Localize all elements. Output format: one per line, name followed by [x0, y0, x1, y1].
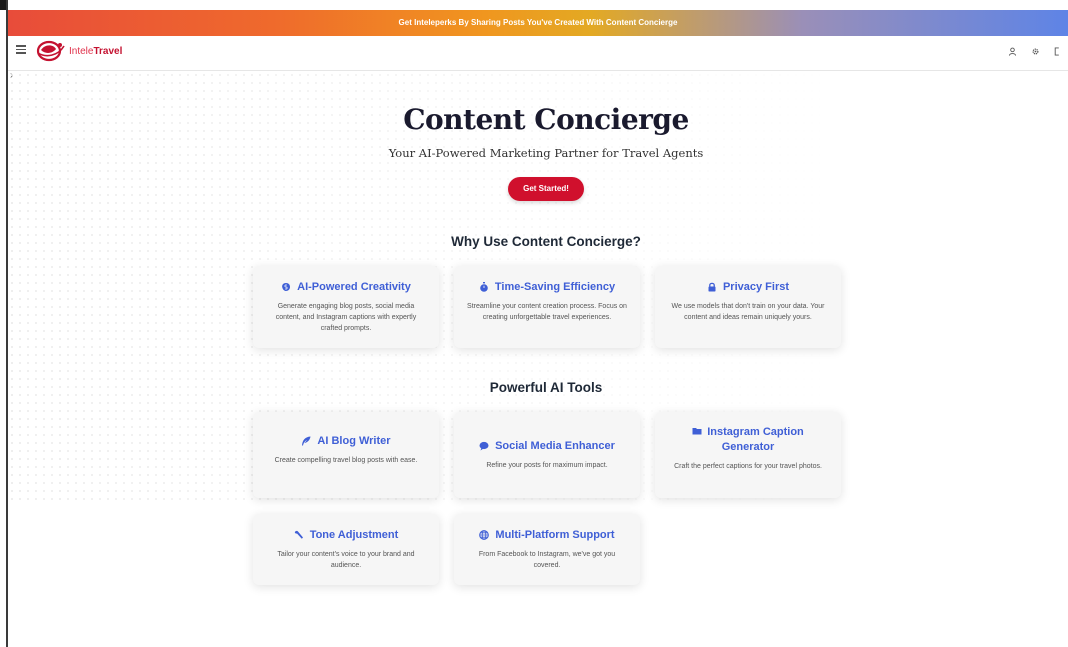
feature-card-description: Generate engaging blog posts, social med… — [275, 302, 417, 332]
stopwatch-icon — [480, 282, 488, 293]
tool-card-title-text: AI Blog Writer — [317, 435, 391, 447]
window-top-strip — [0, 0, 1068, 10]
user-icon[interactable] — [1008, 47, 1017, 56]
folder-icon — [692, 428, 702, 435]
hamburger-menu-icon[interactable] — [16, 45, 26, 54]
tool-card-title: Social Media Enhancer — [466, 439, 628, 454]
brand-name: InteleTravel — [69, 46, 122, 57]
page-subtitle: Your AI-Powered Marketing Partner for Tr… — [388, 146, 704, 160]
tool-card-description: Tailor your content's voice to your bran… — [277, 550, 415, 569]
globe-logo-icon — [36, 40, 65, 62]
tool-card-title: Tone Adjustment — [265, 528, 427, 543]
tool-card-title-text: Social Media Enhancer — [495, 440, 615, 452]
feature-card-title: Privacy First — [667, 280, 829, 295]
logout-icon[interactable] — [1054, 47, 1060, 56]
brand-name-part2: Travel — [93, 45, 123, 57]
tool-card-title: AI Blog Writer — [265, 434, 427, 449]
feature-card-title: AI-Powered Creativity — [265, 280, 427, 295]
lock-icon — [708, 283, 716, 292]
feature-card-title-text: Privacy First — [722, 281, 790, 293]
feature-card-title: Time-Saving Efficiency — [466, 280, 628, 295]
feature-card-description: We use models that don't train on your d… — [671, 302, 825, 321]
feature-card-description: Streamline your content creation process… — [467, 302, 627, 321]
tool-card-description: From Facebook to Instagram, we've got yo… — [478, 550, 616, 569]
window-left-edge — [0, 0, 8, 647]
page-title: Content Concierge — [403, 103, 689, 136]
brand-logo[interactable]: InteleTravel — [36, 40, 122, 62]
get-started-button[interactable]: Get Started! — [508, 177, 584, 201]
tool-card-description: Refine your posts for maximum impact. — [486, 461, 608, 469]
tool-card-multi-platform-support[interactable]: Multi-Platform Support From Facebook to … — [454, 514, 640, 585]
tool-card-description: Create compelling travel blog posts with… — [274, 456, 418, 464]
header-actions — [1008, 47, 1060, 56]
wrench-icon — [294, 531, 303, 540]
gear-icon[interactable] — [1031, 47, 1040, 56]
feather-icon — [302, 436, 311, 446]
tools-section-heading: Powerful AI Tools — [489, 380, 603, 395]
why-section-heading: Why Use Content Concierge? — [451, 234, 641, 249]
globe-icon — [479, 530, 490, 541]
tool-card-instagram-caption-generator[interactable]: Instagram Caption Generator Craft the pe… — [655, 412, 841, 498]
tool-card-description: Craft the perfect captions for your trav… — [674, 462, 822, 470]
tool-card-tone-adjustment[interactable]: Tone Adjustment Tailor your content's vo… — [253, 514, 439, 585]
feature-card-title-text: AI-Powered Creativity — [297, 281, 411, 293]
feature-card-title-text: Time-Saving Efficiency — [494, 281, 616, 293]
top-navigation-bar: InteleTravel — [8, 36, 1068, 71]
feature-card-ai-creativity: AI-Powered Creativity Generate engaging … — [253, 266, 439, 348]
tool-card-title-text: Multi-Platform Support — [495, 529, 615, 541]
brain-icon — [282, 283, 291, 292]
promo-banner[interactable]: Get Inteleperks By Sharing Posts You've … — [8, 10, 1068, 36]
tool-card-title-text: Instagram Caption Generator — [667, 425, 829, 455]
feature-card-time-saving: Time-Saving Efficiency Streamline your c… — [454, 266, 640, 348]
tool-card-title-text: Tone Adjustment — [309, 529, 399, 541]
tool-card-title: Multi-Platform Support — [466, 528, 628, 543]
tool-card-title: Instagram Caption Generator — [667, 425, 829, 455]
tool-card-title-label: Instagram Caption Generator — [707, 426, 804, 453]
tool-card-social-media-enhancer[interactable]: Social Media Enhancer Refine your posts … — [454, 412, 640, 498]
brand-name-part1: Intele — [69, 45, 94, 57]
promo-banner-text: Get Inteleperks By Sharing Posts You've … — [398, 18, 678, 27]
tool-card-blog-writer[interactable]: AI Blog Writer Create compelling travel … — [253, 412, 439, 498]
feature-card-privacy: Privacy First We use models that don't t… — [655, 266, 841, 348]
chat-bubble-icon — [479, 442, 489, 451]
